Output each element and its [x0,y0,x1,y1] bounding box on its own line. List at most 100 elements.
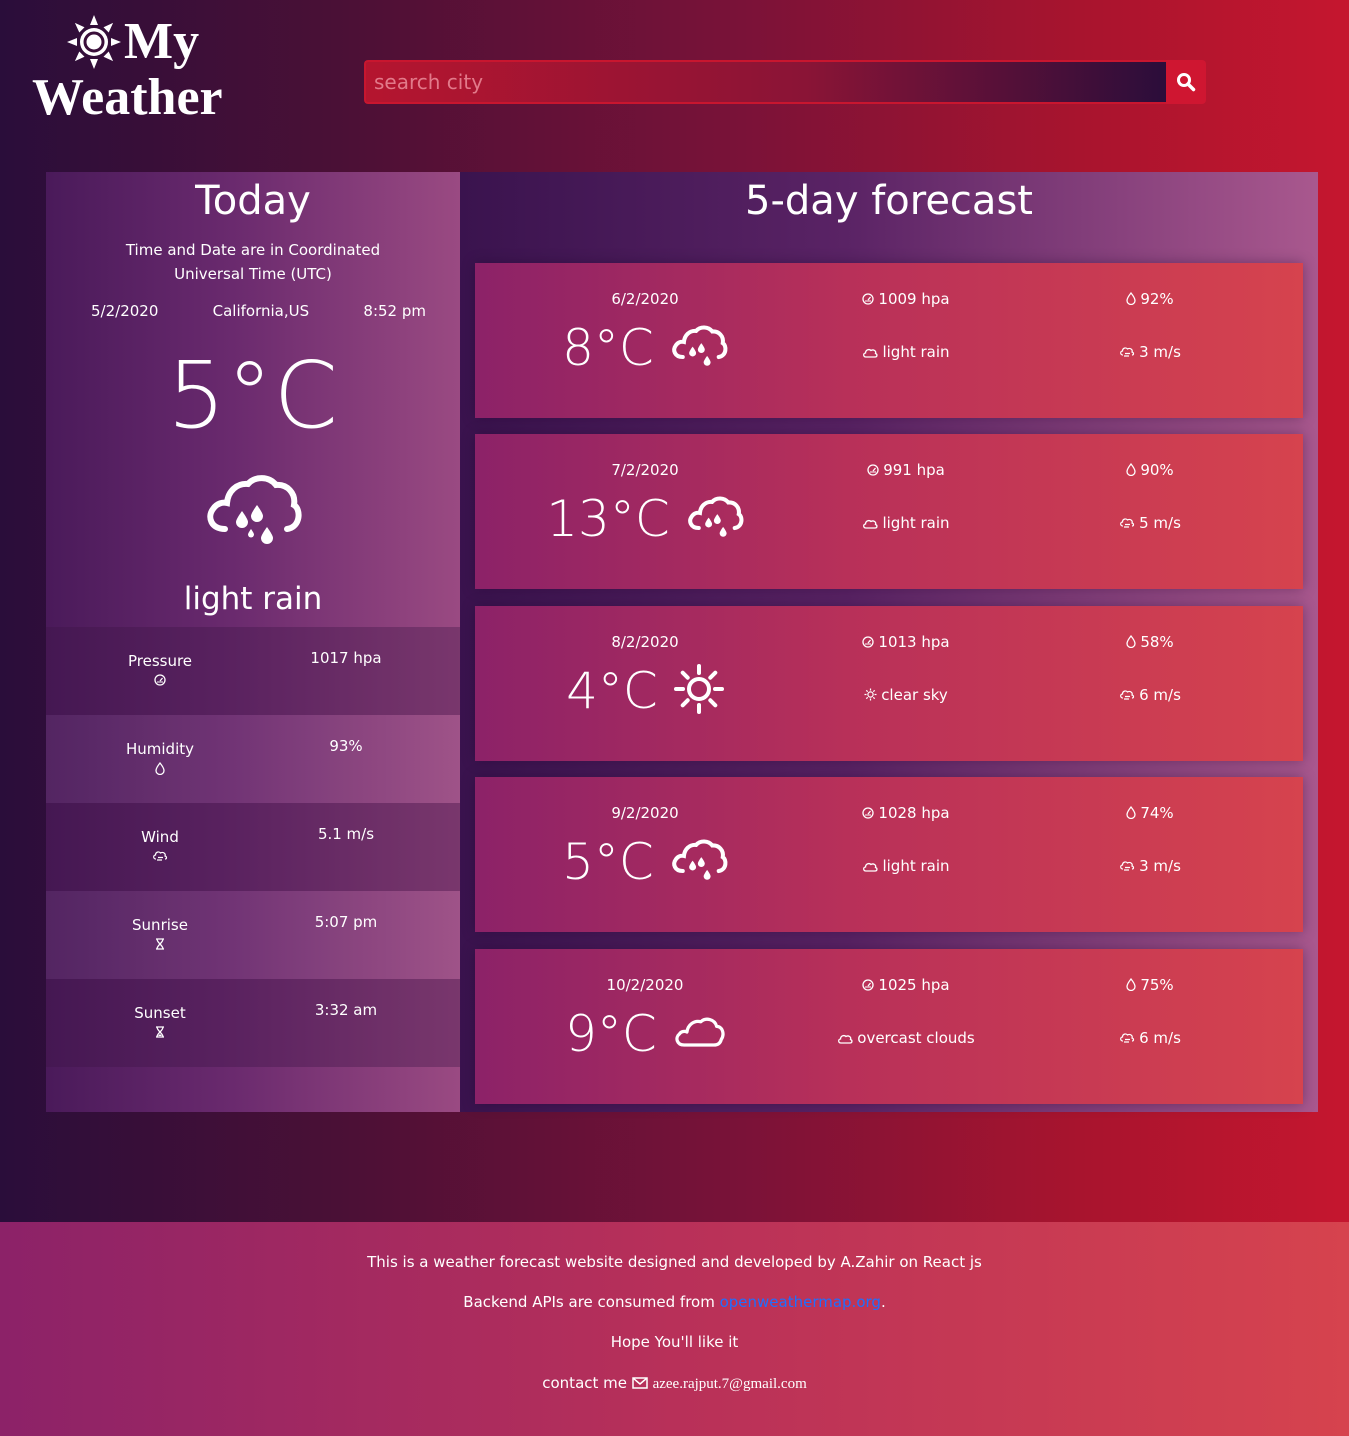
cloud-icon [863,519,879,529]
footer-api-suffix: . [880,1293,886,1311]
forecast-humidity-value: 92% [1140,290,1174,308]
contact-email[interactable]: azee.rajput.7@gmail.com [653,1376,807,1392]
forecast-humidity-value: 75% [1140,976,1174,994]
forecast-date: 9/2/2020 [611,804,679,822]
forecast-date: 7/2/2020 [611,461,679,479]
forecast-wind: 6 m/s [1055,686,1245,704]
stat-pressure: Pressure 1017 hpa [46,627,460,715]
gauge-icon [862,979,875,991]
today-date: 5/2/2020 [91,302,159,320]
wind-cloud-icon [1120,347,1135,357]
stat-label: Pressure [127,652,193,670]
forecast-humidity-value: 74% [1140,804,1174,822]
forecast-temp: 13°C [546,490,670,548]
stat-value: 93% [329,737,363,755]
stat-humidity: Humidity 93% [46,715,460,803]
forecast-description-text: light rain [882,514,950,532]
today-meta: 5/2/2020 California,US 8:52 pm [46,302,460,320]
stat-label: Humidity [125,740,194,758]
today-time: 8:52 pm [363,302,426,320]
forecast-temp: 9°C [565,1005,657,1063]
footer-contact: contact me azee.rajput.7@gmail.com [0,1374,1349,1393]
today-location: California,US [212,302,310,320]
droplet-icon [1126,806,1136,819]
forecast-pressure-value: 991 hpa [883,461,945,479]
forecast-pressure-value: 1009 hpa [878,290,950,308]
droplet-icon [1126,463,1136,476]
wind-cloud-icon [1120,518,1135,528]
footer-credit: This is a weather forecast website desig… [367,1253,982,1271]
wind-cloud-icon [1120,861,1135,871]
wind-cloud-icon [1120,690,1135,700]
forecast-description-text: light rain [882,857,950,875]
forecast-day-card: 10/2/2020 9°C 1025 hpa overcast clouds 7… [475,949,1303,1104]
footer-api-prefix: Backend APIs are consumed from [463,1293,720,1311]
forecast-title: 5-day forecast [745,178,1033,224]
envelope-icon [632,1377,648,1389]
forecast-pressure: 1009 hpa [815,290,997,308]
today-weather-icon-wrap [46,471,460,553]
forecast-wind: 6 m/s [1055,1029,1245,1047]
forecast-description: clear sky [815,686,997,704]
forecast-description-text: clear sky [881,686,948,704]
header: My Weather [0,0,1349,150]
stat-value: 5:07 pm [314,913,378,931]
forecast-temp: 4°C [566,662,658,720]
footer-api-line: Backend APIs are consumed from openweath… [0,1293,1349,1311]
forecast-wind-value: 3 m/s [1139,857,1181,875]
cloud-icon [673,1015,725,1053]
today-description: light rain [183,581,323,617]
stat-value: 3:32 am [314,1001,378,1019]
forecast-wind-value: 5 m/s [1139,514,1181,532]
forecast-description: overcast clouds [815,1029,997,1047]
search-button[interactable] [1166,60,1206,104]
forecast-temp-row: 4°C [475,662,815,720]
rain-cloud-icon [686,494,744,544]
rain-cloud-icon [207,475,302,544]
rain-cloud-icon [670,837,728,887]
cloud-icon [838,1034,853,1044]
contact-label: contact me [542,1374,627,1392]
openweathermap-link[interactable]: openweathermap.org [720,1293,881,1311]
droplet-icon [1126,635,1136,648]
forecast-temp-row: 8°C [475,319,815,377]
droplet-icon [1126,292,1136,305]
logo-text-weather: Weather [32,69,223,126]
forecast-pressure: 991 hpa [815,461,997,479]
forecast-description: light rain [815,343,997,361]
gauge-icon [862,293,875,305]
forecast-humidity: 92% [1055,290,1245,308]
stat-label: Sunset [134,1004,186,1022]
forecast-description-text: overcast clouds [857,1029,975,1047]
today-stats: Pressure 1017 hpa Humidity 93% Wind 5.1 … [46,627,460,1067]
forecast-wind: 3 m/s [1055,857,1245,875]
forecast-description: light rain [815,857,997,875]
forecast-pressure-value: 1013 hpa [878,633,950,651]
footer: This is a weather forecast website desig… [0,1222,1349,1436]
droplet-icon [155,762,165,775]
stat-sunrise: Sunrise 5:07 pm [46,891,460,979]
forecast-wind-value: 6 m/s [1139,686,1181,704]
forecast-humidity-value: 90% [1140,461,1174,479]
logo-text-my: My [124,13,200,70]
forecast-panel: 5-day forecast 6/2/2020 8°C 1009 hpa lig… [460,172,1318,1112]
droplet-icon [1126,978,1136,991]
search-input[interactable] [364,60,1166,104]
forecast-pressure: 1028 hpa [815,804,997,822]
stat-label: Sunrise [132,916,188,934]
hourglass-icon [156,938,164,950]
forecast-humidity: 75% [1055,976,1245,994]
forecast-description: light rain [815,514,997,532]
forecast-day-card: 9/2/2020 5°C 1028 hpa light rain 74% 3 m… [475,777,1303,932]
stat-label: Wind [141,828,179,846]
forecast-description-text: light rain [882,343,950,361]
forecast-pressure: 1013 hpa [815,633,997,651]
forecast-temp: 5°C [562,833,654,891]
sun-icon [673,664,724,718]
logo[interactable]: My Weather [32,14,223,126]
rain-cloud-icon [670,323,728,373]
forecast-temp: 8°C [562,319,654,377]
forecast-humidity: 90% [1055,461,1245,479]
forecast-day-card: 8/2/2020 4°C 1013 hpa clear sky 58% 6 m/… [475,606,1303,761]
stat-value: 5.1 m/s [317,825,375,843]
